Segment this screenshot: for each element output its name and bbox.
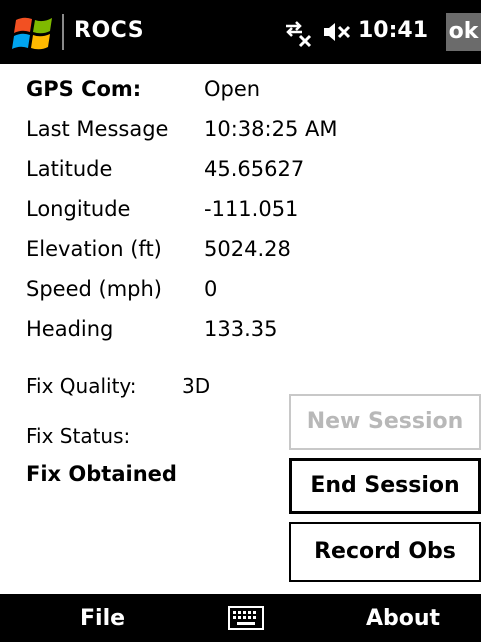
heading-value: 133.35	[204, 317, 278, 341]
app-title: ROCS	[74, 18, 145, 43]
record-obs-button[interactable]: Record Obs	[289, 522, 481, 582]
volume-muted-icon[interactable]	[322, 18, 352, 46]
fix-quality-label: Fix Quality:	[26, 374, 137, 398]
last-message-value: 10:38:25 AM	[204, 117, 338, 141]
elevation-label: Elevation (ft)	[26, 237, 162, 261]
title-divider	[62, 14, 64, 50]
end-session-button[interactable]: End Session	[289, 458, 481, 514]
gps-com-label: GPS Com:	[26, 77, 142, 101]
longitude-value: -111.051	[204, 197, 299, 221]
last-message-label: Last Message	[26, 117, 169, 141]
clock[interactable]: 10:41	[358, 18, 428, 43]
fix-status-label: Fix Status:	[26, 424, 131, 448]
latitude-label: Latitude	[26, 157, 113, 181]
fix-status-value: Fix Obtained	[26, 462, 177, 486]
longitude-label: Longitude	[26, 197, 131, 221]
speed-label: Speed (mph)	[26, 277, 162, 301]
speed-value: 0	[204, 277, 218, 301]
gps-com-value: Open	[204, 77, 261, 101]
fix-quality-value: 3D	[182, 374, 211, 398]
menu-bar: File About	[0, 594, 481, 642]
latitude-value: 45.65627	[204, 157, 305, 181]
file-menu[interactable]: File	[80, 606, 125, 631]
title-bar: ROCS 10:41 ok	[0, 0, 481, 64]
new-session-button[interactable]: New Session	[289, 394, 481, 450]
heading-label: Heading	[26, 317, 114, 341]
elevation-value: 5024.28	[204, 237, 291, 261]
windows-start-icon[interactable]	[12, 14, 56, 52]
connectivity-icon[interactable]	[280, 16, 314, 48]
ok-button[interactable]: ok	[446, 13, 481, 51]
about-menu[interactable]: About	[366, 606, 440, 631]
keyboard-icon[interactable]	[228, 606, 264, 630]
